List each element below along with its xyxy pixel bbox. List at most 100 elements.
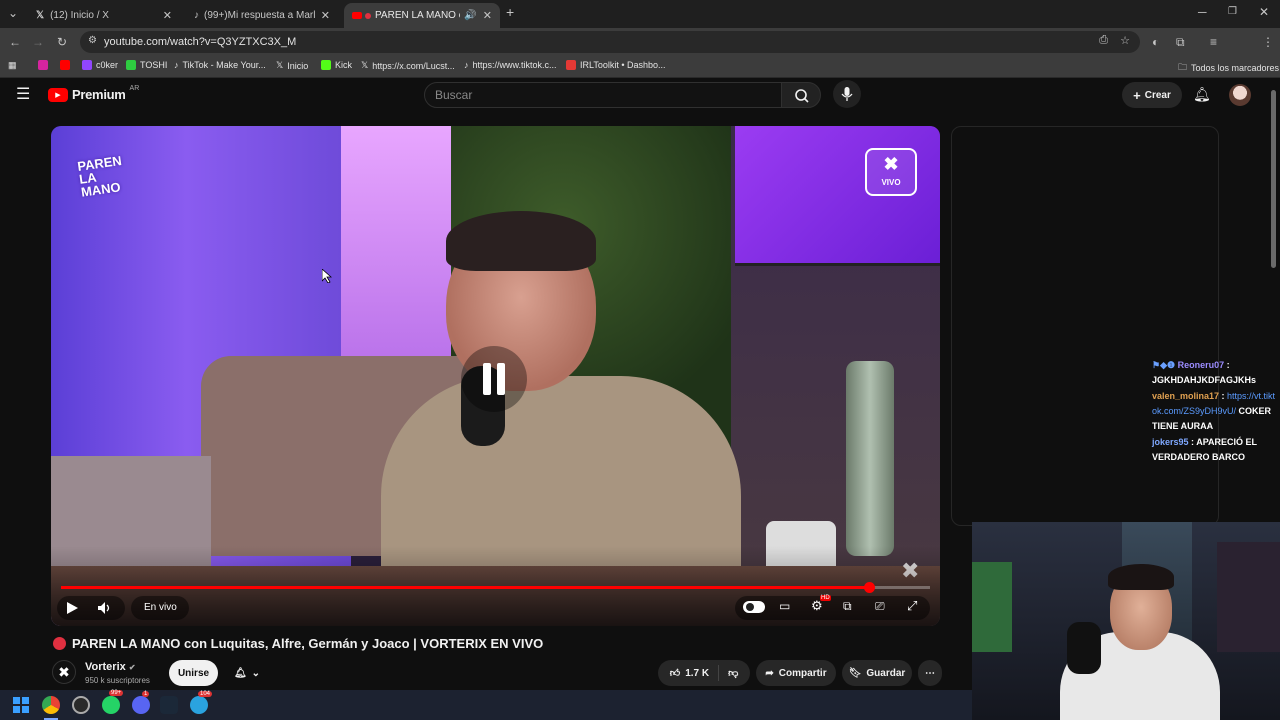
bookmark-star-icon[interactable]: ☆ bbox=[1120, 34, 1130, 47]
logo-text: Premium bbox=[72, 87, 126, 102]
like-count: 1.7 K bbox=[685, 667, 710, 679]
minimize-icon[interactable]: ─ bbox=[1198, 5, 1207, 19]
whatsapp-taskbar-icon[interactable]: 99+ bbox=[102, 690, 124, 714]
save-button[interactable]: 🔖︎ Guardar bbox=[842, 660, 912, 686]
divider bbox=[718, 665, 720, 681]
search-input[interactable]: Buscar bbox=[424, 82, 782, 108]
live-badge-icon bbox=[53, 637, 66, 650]
close-icon[interactable]: ✕ bbox=[483, 9, 492, 22]
hamburger-menu-icon[interactable]: ☰ bbox=[16, 84, 30, 104]
video-title: PAREN LA MANO con Luquitas, Alfre, Germá… bbox=[72, 636, 544, 651]
reload-icon[interactable]: ↻ bbox=[57, 35, 67, 49]
bookmark-kick[interactable]: Kick bbox=[321, 60, 352, 70]
channel-name-row[interactable]: Vorterix ✔ bbox=[85, 661, 136, 673]
extensions-puzzle-icon[interactable]: ⧉ bbox=[1176, 35, 1185, 49]
youtube-icon bbox=[60, 60, 70, 70]
video-scene-person-hair bbox=[446, 211, 596, 271]
like-dislike-group: 👍︎ 1.7 K 👎︎ bbox=[658, 660, 750, 686]
chevron-down-icon: ⌄ bbox=[251, 667, 261, 679]
restore-icon[interactable]: ❐ bbox=[1228, 5, 1237, 19]
telegram-taskbar-icon[interactable]: 104 bbox=[190, 691, 213, 714]
x-logo-icon: 𝕏 bbox=[276, 60, 284, 70]
notifications-dropdown[interactable]: 🔔︎ ⌄ bbox=[224, 660, 270, 686]
share-button[interactable]: ➦ Compartir bbox=[756, 660, 836, 686]
live-label[interactable]: En vivo bbox=[144, 602, 177, 613]
steam-taskbar-icon[interactable] bbox=[160, 696, 178, 714]
search-icon bbox=[795, 89, 809, 103]
bookmark-label: TikTok - Make Your... bbox=[182, 60, 266, 70]
all-bookmarks[interactable]: 🗀 Todos los marcadores bbox=[1178, 60, 1279, 76]
microphone-icon bbox=[841, 87, 853, 101]
obs-taskbar-icon[interactable] bbox=[72, 696, 90, 714]
extension-icon[interactable]: ◐ bbox=[1152, 35, 1159, 49]
more-horizontal-icon: ⋯ bbox=[925, 667, 935, 679]
video-scene-thermos bbox=[846, 361, 894, 556]
bookmarks-bar: ▦ c0ker TOSHI ♪ TikTok - Make Your... 𝕏 In… bbox=[0, 56, 1280, 78]
fullscreen-icon[interactable]: ⤢ bbox=[907, 598, 917, 614]
chrome-taskbar-icon[interactable] bbox=[42, 696, 60, 714]
tab-x-home[interactable]: 𝕏 (12) Inicio / X ✕ bbox=[28, 3, 180, 28]
progress-bar[interactable] bbox=[61, 582, 930, 593]
logo-region: AR bbox=[129, 85, 140, 92]
tab-tiktok[interactable]: ♪ (99+)Mi respuesta a Marlon. | n ✕ bbox=[186, 3, 338, 28]
bookmark-x-link[interactable]: 𝕏https://x.com/Lucst... bbox=[361, 60, 455, 71]
more-actions-button[interactable]: ⋯ bbox=[918, 660, 942, 686]
bookmark-irltoolkit[interactable]: IRLToolkit • Dashbo... bbox=[566, 60, 666, 70]
bookmark-youtube[interactable] bbox=[60, 60, 70, 70]
create-button[interactable]: + Crear bbox=[1122, 82, 1182, 108]
dislike-button[interactable]: 👎︎ bbox=[728, 667, 738, 679]
settings-gear-icon[interactable]: ⚙ HD bbox=[811, 595, 831, 614]
join-label: Unirse bbox=[177, 667, 210, 679]
search-placeholder: Buscar bbox=[435, 88, 473, 102]
notifications-bell-icon[interactable]: 🔔︎ bbox=[1193, 86, 1211, 103]
miniplayer-icon[interactable]: ⧉ bbox=[843, 599, 852, 614]
search-button[interactable] bbox=[781, 82, 821, 108]
center-pause-button[interactable] bbox=[461, 346, 527, 412]
bookmark-c0ker[interactable]: c0ker bbox=[82, 60, 118, 70]
video-scene-light bbox=[341, 126, 451, 386]
bookmark-toshi[interactable]: TOSHI bbox=[126, 60, 167, 70]
window-close-icon[interactable]: ✕ bbox=[1259, 5, 1269, 19]
voice-search-button[interactable] bbox=[833, 80, 861, 108]
windows-start-icon[interactable] bbox=[12, 696, 30, 714]
video-player[interactable]: ✖VIVO PAREN LA MANO ✖ En vivo ▭ ⚙HD ⧉ ⎚ … bbox=[51, 126, 940, 626]
new-tab-icon[interactable]: + bbox=[506, 5, 514, 19]
youtube-premium-logo[interactable]: ▶ Premium AR bbox=[48, 85, 140, 102]
install-app-icon[interactable]: ⎙ bbox=[1099, 34, 1108, 47]
cast-icon[interactable]: ⎚ bbox=[875, 599, 885, 614]
forward-icon[interactable]: → bbox=[32, 35, 44, 49]
apps-grid-icon[interactable]: ▦ bbox=[8, 60, 17, 71]
bookmark-instagram[interactable] bbox=[38, 60, 48, 70]
bookmark-tiktok[interactable]: ♪ TikTok - Make Your... bbox=[174, 60, 266, 70]
audio-playing-icon[interactable]: 🔊 bbox=[464, 10, 476, 21]
play-icon[interactable] bbox=[65, 601, 79, 615]
verified-check-icon: ✔ bbox=[128, 663, 136, 672]
discord-taskbar-icon[interactable]: 1 bbox=[132, 691, 150, 714]
media-controls-icon[interactable]: ≡ bbox=[1210, 35, 1217, 49]
close-icon[interactable]: ✕ bbox=[321, 9, 330, 22]
user-avatar[interactable] bbox=[1229, 84, 1251, 106]
like-button[interactable]: 👍︎ 1.7 K bbox=[670, 667, 710, 680]
tab-search-icon[interactable]: ⌄ bbox=[8, 6, 18, 20]
channel-avatar[interactable]: ✖ bbox=[52, 660, 76, 684]
chrome-menu-icon[interactable]: ⋮ bbox=[1262, 35, 1274, 49]
bookmark-x-inicio[interactable]: 𝕏 Inicio bbox=[276, 60, 308, 71]
bookmark-tiktok-link[interactable]: ♪ https://www.tiktok.c... bbox=[464, 60, 557, 70]
bookmark-label: IRLToolkit • Dashbo... bbox=[580, 60, 666, 70]
youtube-play-logo-icon: ▶ bbox=[48, 87, 68, 102]
tab-youtube-active[interactable]: PAREN LA MANO con L 🔊 ✕ bbox=[344, 3, 500, 28]
close-icon[interactable]: ✕ bbox=[163, 9, 172, 22]
join-button[interactable]: Unirse bbox=[169, 660, 218, 686]
page-scrollbar[interactable] bbox=[1271, 90, 1276, 268]
chat-message: ⚑◆❶ Reoneru07 : JGKHDAHJKDFAGJKHs bbox=[1152, 360, 1257, 385]
address-bar[interactable]: ⚙ youtube.com/watch?v=Q3YZTXC3X_M ⎙ ☆ bbox=[80, 31, 1140, 53]
kick-icon bbox=[321, 60, 331, 70]
site-info-icon[interactable]: ⚙ bbox=[88, 35, 97, 46]
bookmark-label: TOSHI bbox=[140, 60, 168, 70]
volume-icon[interactable] bbox=[97, 601, 111, 615]
x-logo-icon: 𝕏 bbox=[361, 60, 369, 70]
subtitles-icon[interactable]: ▭ bbox=[779, 599, 790, 613]
tv-logo-text: VIVO bbox=[881, 178, 901, 187]
autoplay-toggle[interactable] bbox=[743, 601, 765, 613]
back-icon[interactable]: ← bbox=[9, 35, 21, 49]
